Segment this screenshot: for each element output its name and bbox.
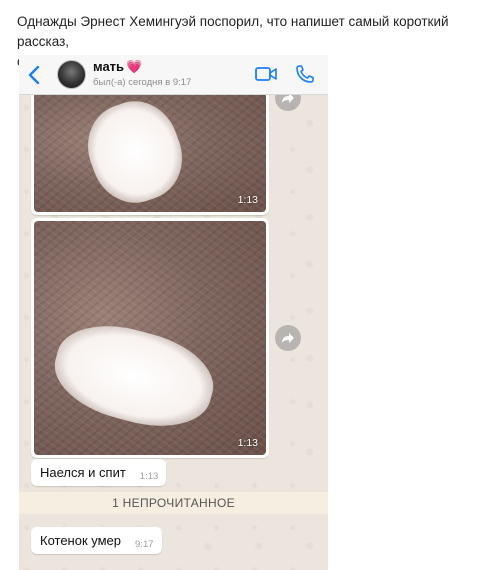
text-message-2[interactable]: Котенок умер 9:17 [31,527,162,554]
cat-figure-2 [45,311,223,441]
post-caption-line-1: Однажды Эрнест Хемингуэй поспорил, что н… [17,14,449,49]
cat-photo-2: 1:13 [34,221,266,455]
image-message-2[interactable]: 1:13 [31,218,269,458]
phone-call-icon[interactable] [295,64,315,84]
cat-figure-1 [75,92,195,212]
image-message-1[interactable]: 1:13 [31,89,269,215]
contact-name-text: мать [93,59,125,74]
text-message-1-time: 1:13 [139,471,159,482]
video-call-icon[interactable] [255,65,277,83]
image-message-2-time: 1:13 [237,437,258,449]
chat-header: мать 💗 был(-а) сегодня в 9:17 [19,55,328,95]
unread-divider-label: 1 НЕПРОЧИТАННОЕ [112,496,235,510]
contact-avatar[interactable] [57,60,86,89]
heart-emoji: 💗 [126,59,143,74]
back-chevron-icon[interactable] [23,61,45,89]
text-message-1-body: Наелся и спит [40,465,126,480]
text-message-1[interactable]: Наелся и спит 1:13 [31,459,167,486]
image-message-1-time: 1:13 [237,194,258,206]
contact-name[interactable]: мать 💗 [93,59,142,75]
cat-photo-1: 1:13 [34,92,266,212]
forward-icon[interactable] [275,325,301,351]
text-message-2-time: 9:17 [135,539,154,550]
chat-screenshot: 1:13 1:13 Наелся и спит 1:13 1 НЕПРОЧИТА… [19,55,328,570]
text-message-2-body: Котенок умер [40,533,122,548]
unread-divider: 1 НЕПРОЧИТАННОЕ [19,492,328,514]
last-seen-status: был(-а) сегодня в 9:17 [93,77,192,88]
